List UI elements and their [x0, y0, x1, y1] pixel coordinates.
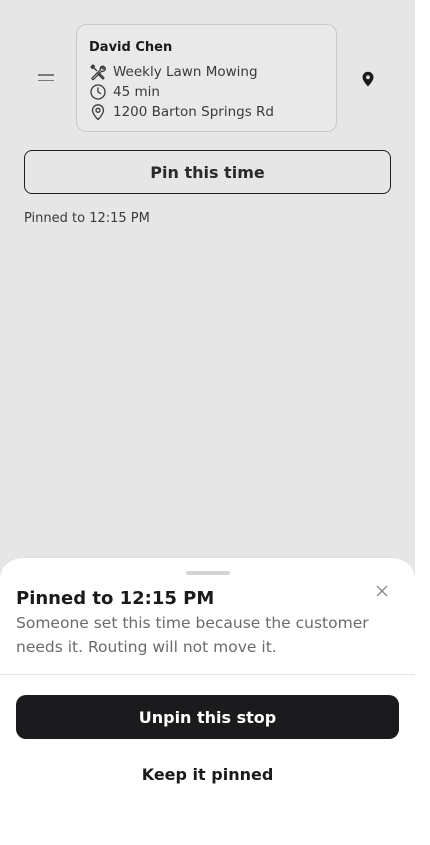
- duration-row: 45 min: [89, 82, 324, 102]
- map-pin-icon[interactable]: [361, 71, 375, 87]
- pin-time-button[interactable]: Pin this time: [24, 150, 391, 194]
- pinned-time-note: Pinned to 12:15 PM: [24, 211, 150, 226]
- sheet-grabber[interactable]: [186, 571, 230, 575]
- service-label: Weekly Lawn Mowing: [113, 64, 258, 80]
- keep-pinned-button[interactable]: Keep it pinned: [16, 754, 399, 794]
- clock-icon: [89, 83, 107, 101]
- tools-icon: [89, 63, 107, 81]
- close-icon[interactable]: [375, 583, 389, 597]
- drag-handle-icon[interactable]: [38, 74, 54, 84]
- bottom-sheet: Pinned to 12:15 PM Someone set this time…: [0, 557, 415, 845]
- location-pin-icon: [89, 103, 107, 121]
- stop-card[interactable]: David Chen Weekly Lawn Mowing 45 min 120…: [76, 24, 337, 132]
- address-label: 1200 Barton Springs Rd: [113, 104, 274, 120]
- unpin-stop-button[interactable]: Unpin this stop: [16, 695, 399, 739]
- screen: David Chen Weekly Lawn Mowing 45 min 120…: [0, 0, 430, 845]
- sheet-divider: [0, 674, 415, 675]
- customer-name: David Chen: [89, 40, 173, 55]
- sheet-description: Someone set this time because the custom…: [16, 614, 369, 656]
- duration-label: 45 min: [113, 84, 160, 100]
- sheet-title: Pinned to 12:15 PM: [16, 588, 215, 609]
- service-row: Weekly Lawn Mowing: [89, 62, 324, 82]
- address-row: 1200 Barton Springs Rd: [89, 102, 324, 122]
